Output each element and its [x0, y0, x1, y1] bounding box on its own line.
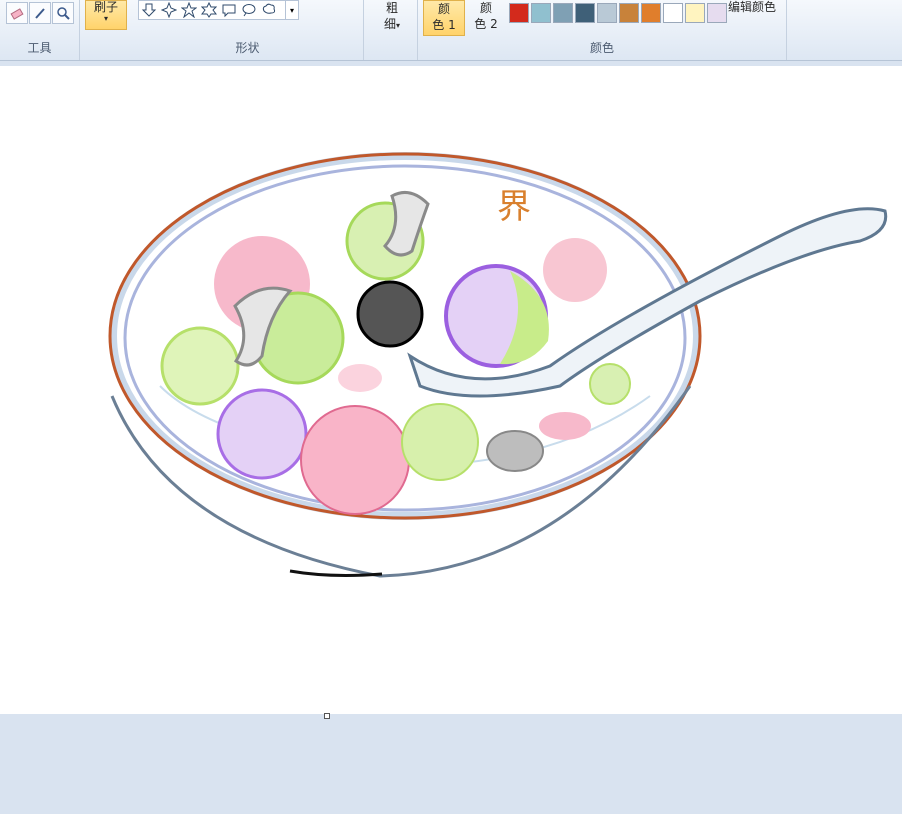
drawing-character: 界	[497, 187, 531, 227]
pink-ball	[543, 238, 607, 302]
black-sesame-ball	[356, 280, 424, 348]
color-swatch[interactable]	[685, 3, 705, 23]
pink-ball	[300, 405, 410, 515]
drawing-canvas[interactable]: 界	[0, 66, 902, 714]
color-swatch[interactable]	[707, 3, 727, 23]
green-ball	[401, 403, 479, 481]
tangyuan-drawing: 界	[108, 152, 888, 578]
color-swatch[interactable]	[531, 3, 551, 23]
magnifier-icon	[57, 7, 70, 20]
chevron-down-icon: ▾	[289, 5, 294, 15]
arrow-down-shape-icon[interactable]	[141, 2, 157, 18]
edit-colors-button[interactable]: 编辑颜色	[728, 0, 776, 15]
callout-rect-shape-icon[interactable]	[221, 2, 237, 18]
callout-cloud-shape-icon[interactable]	[261, 2, 277, 18]
eyedropper-icon	[35, 8, 45, 19]
pink-ball	[539, 412, 591, 440]
green-ball	[589, 363, 631, 405]
shapes-gallery: ▾	[138, 0, 299, 20]
color-swatch[interactable]	[509, 3, 529, 23]
star-five-shape-icon[interactable]	[181, 2, 197, 18]
canvas-resize-handle[interactable]	[324, 713, 330, 719]
brush-button[interactable]: 刷子 ▾	[85, 0, 127, 30]
eraser-icon	[10, 8, 24, 20]
grey-ball	[486, 430, 544, 472]
color-swatch[interactable]	[663, 3, 683, 23]
color-swatch[interactable]	[619, 3, 639, 23]
tools-group-label: 工具	[27, 41, 52, 55]
color-swatch[interactable]	[575, 3, 595, 23]
brush-dropdown-icon: ▾	[103, 14, 108, 23]
star-six-shape-icon[interactable]	[201, 2, 217, 18]
ribbon: 工具 刷子 ▾ 形状 ▾ 粗 细▾ 颜 色 1 颜 色 2 颜色 编辑颜色	[0, 0, 902, 61]
color-swatch[interactable]	[641, 3, 661, 23]
magnifier-tool[interactable]	[52, 2, 74, 24]
tools-group: 工具	[0, 0, 80, 60]
color-picker-tool[interactable]	[29, 2, 51, 24]
pink-ball	[338, 364, 382, 392]
color-swatch[interactable]	[597, 3, 617, 23]
star-four-shape-icon[interactable]	[161, 2, 177, 18]
brush-label: 刷子	[93, 0, 118, 14]
colors-group-label: 颜色	[589, 41, 614, 55]
shapes-group-label: 形状	[235, 41, 260, 55]
callout-oval-shape-icon[interactable]	[241, 2, 257, 18]
size-group	[363, 0, 418, 60]
shapes-more-button[interactable]: ▾	[285, 1, 298, 19]
green-ball	[160, 326, 240, 406]
eraser-tool[interactable]	[6, 2, 28, 24]
color-swatch[interactable]	[553, 3, 573, 23]
purple-ball	[216, 388, 308, 480]
